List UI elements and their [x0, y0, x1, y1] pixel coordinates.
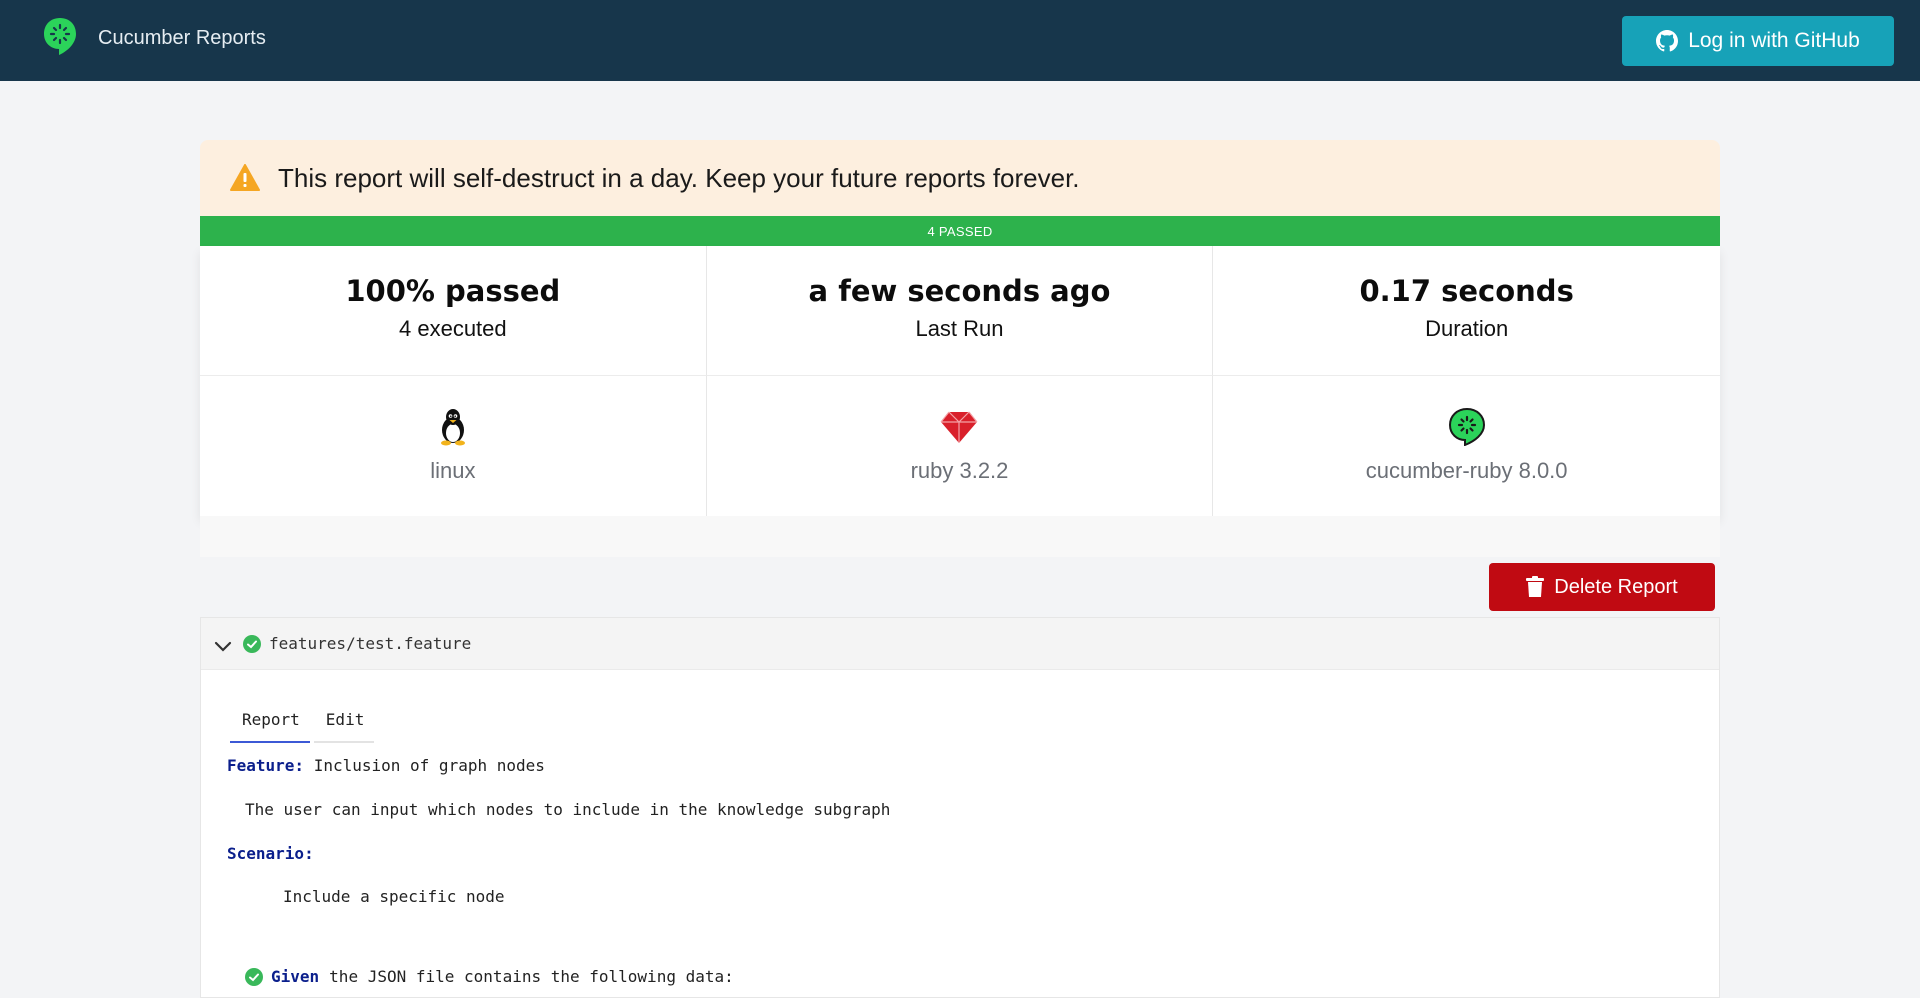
- stat-value: 0.17 seconds: [1359, 274, 1574, 308]
- warning-text: This report will self-destruct in a day.…: [278, 162, 1080, 193]
- cucumber-logo-icon: [1448, 407, 1485, 446]
- trash-icon: [1526, 576, 1545, 597]
- env-label: linux: [430, 458, 476, 483]
- delete-button-label: Delete Report: [1554, 575, 1678, 598]
- env-os: linux: [200, 376, 707, 516]
- cucumber-logo-icon: [44, 18, 76, 55]
- feature-panel: features/test.feature Report Edit Featur…: [200, 617, 1720, 998]
- env-label: cucumber-ruby 8.0.0: [1365, 458, 1568, 483]
- feature-file-path: features/test.feature: [269, 634, 472, 653]
- stat-duration: 0.17 seconds Duration: [1213, 246, 1720, 376]
- feature-keyword: Feature:: [227, 756, 305, 775]
- stat-last-run: a few seconds ago Last Run: [706, 246, 1214, 376]
- status-bar: 4 PASSED: [200, 216, 1720, 246]
- step-keyword: Given: [271, 967, 320, 986]
- feature-header[interactable]: features/test.feature: [201, 618, 1719, 670]
- env-runtime: ruby 3.2.2: [707, 376, 1214, 516]
- stat-label: Last Run: [915, 316, 1004, 341]
- summary-footer: [200, 516, 1720, 557]
- brand-name: Cucumber Reports: [98, 26, 266, 49]
- feature-name: Inclusion of graph nodes: [313, 756, 545, 775]
- view-tabs: Report Edit: [230, 710, 375, 743]
- scenario-keyword: Scenario:: [227, 844, 314, 863]
- stat-value: 100% passed: [345, 274, 561, 308]
- self-destruct-warning: This report will self-destruct in a day.…: [200, 140, 1720, 216]
- brand[interactable]: Cucumber Reports: [42, 16, 266, 56]
- delete-report-button[interactable]: Delete Report: [1489, 563, 1715, 611]
- status-bar-text: 4 PASSED: [927, 223, 993, 239]
- scenario-line: Scenario:: [227, 844, 314, 863]
- stat-value: a few seconds ago: [808, 274, 1111, 308]
- tab-report[interactable]: Report: [230, 710, 310, 743]
- scenario-name: Include a specific node: [283, 887, 505, 906]
- env-tool: cucumber-ruby 8.0.0: [1213, 376, 1720, 516]
- step-line: Given the JSON file contains the followi…: [245, 967, 734, 986]
- report-summary: 100% passed 4 executed a few seconds ago…: [200, 246, 1720, 516]
- stat-label: 4 executed: [399, 316, 507, 341]
- env-label: ruby 3.2.2: [910, 458, 1009, 483]
- github-icon: [1656, 30, 1679, 52]
- ruby-gem-icon: [941, 411, 978, 443]
- chevron-down-icon[interactable]: [213, 637, 233, 657]
- passed-check-icon: [243, 634, 261, 653]
- step-text: the JSON file contains the following dat…: [329, 967, 734, 986]
- passed-check-icon: [245, 967, 263, 986]
- feature-line: Feature: Inclusion of graph nodes: [227, 756, 545, 775]
- stat-passed: 100% passed 4 executed: [200, 246, 707, 376]
- stat-label: Duration: [1425, 316, 1509, 341]
- feature-description: The user can input which nodes to includ…: [245, 800, 891, 819]
- top-navbar: Cucumber Reports Log in with GitHub: [0, 0, 1920, 81]
- clipped-content: [267, 991, 297, 998]
- linux-penguin-icon: [440, 409, 465, 446]
- login-button-label: Log in with GitHub: [1688, 29, 1860, 52]
- login-github-button[interactable]: Log in with GitHub: [1622, 16, 1894, 66]
- warning-triangle-icon: [230, 164, 260, 191]
- tab-edit[interactable]: Edit: [313, 710, 375, 743]
